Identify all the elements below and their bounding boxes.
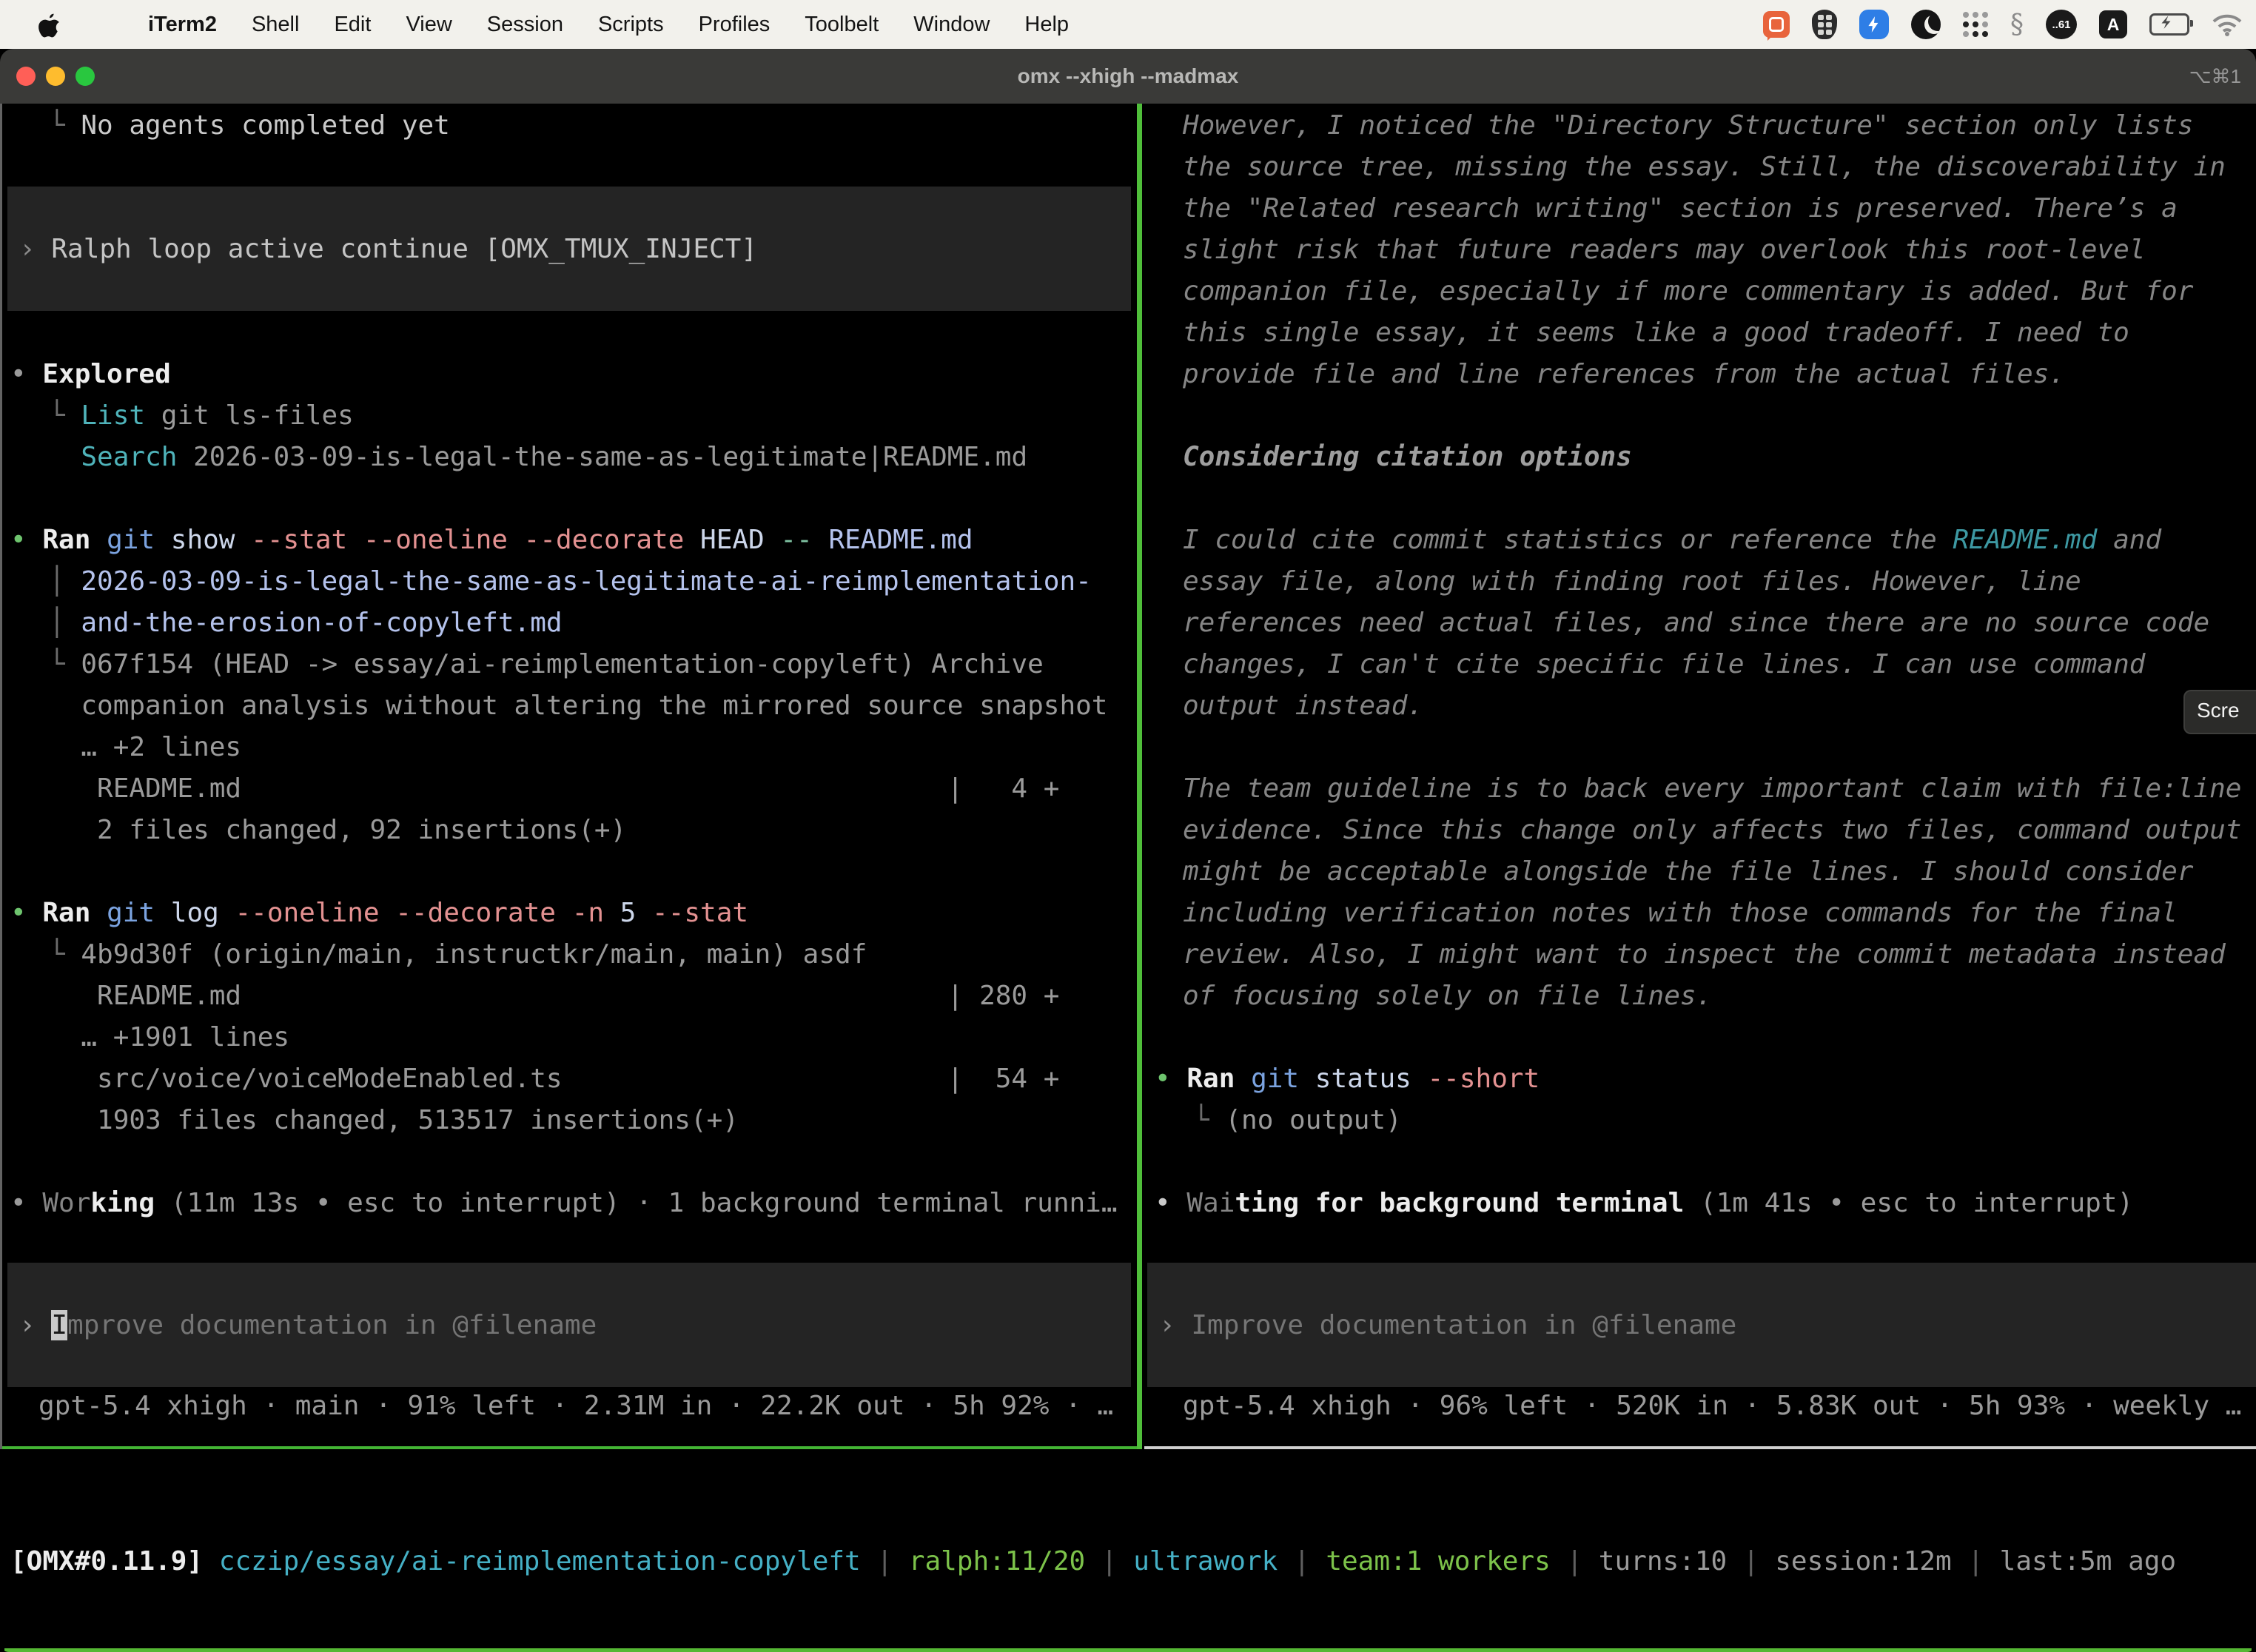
prompt-input-with-cursor: › Improve documentation in @filename xyxy=(19,1310,597,1340)
left-pane[interactable]: └ No agents completed yet › Ralph loop a… xyxy=(0,104,1137,1449)
show-stat-summary: 2 files changed, 92 insertions(+) xyxy=(49,810,626,851)
menu-item-scripts[interactable]: Scripts xyxy=(598,13,664,37)
privacy-shield-icon[interactable] xyxy=(1812,10,1837,39)
prompt-input-right[interactable]: › Improve documentation in @filename xyxy=(1147,1263,2256,1387)
menu-bar: iTerm2 Shell Edit View Session Scripts P… xyxy=(0,0,2256,49)
dots-grid-icon[interactable] xyxy=(1963,12,1988,37)
log-stat-summary: 1903 files changed, 513517 insertions(+) xyxy=(49,1100,739,1141)
log-stat-voice: src/voice/voiceModeEnabled.ts | 54 + xyxy=(49,1058,1059,1100)
window-title-bar[interactable]: omx --xhigh --madmax ⌥⌘1 xyxy=(0,49,2256,105)
sync-badge-icon[interactable] xyxy=(1859,10,1889,39)
show-commit-msg-line: companion analysis without altering the … xyxy=(49,685,1107,727)
menu-item-edit[interactable]: Edit xyxy=(334,13,371,37)
show-filename-line-2: │ and-the-erosion-of-copyleft.md xyxy=(49,602,563,644)
working-status-line: • Working (11m 13s • esc to interrupt) ·… xyxy=(10,1183,1118,1224)
log-commit-line: └ 4b9d30f (origin/main, instructkr/main,… xyxy=(49,934,867,976)
ran-git-show-line: • Ran git show --stat --oneline --decora… xyxy=(10,520,973,561)
thinking-line: of focusing solely on file lines. xyxy=(1183,976,1712,1017)
thinking-line: review. Also, I might want to inspect th… xyxy=(1183,934,2226,976)
menu-item-toolbelt[interactable]: Toolbelt xyxy=(805,13,879,37)
app-crescent-icon[interactable] xyxy=(1911,10,1941,39)
pane-divider[interactable] xyxy=(1137,104,1142,1449)
thinking-line: companion file, especially if more comme… xyxy=(1183,271,2193,312)
waiting-status-line: • Waiting for background terminal (1m 41… xyxy=(1155,1183,2133,1224)
explored-header: • Explored xyxy=(10,354,171,395)
right-pane-border xyxy=(1144,1446,2256,1449)
squiggle-icon[interactable]: § xyxy=(2010,10,2024,40)
thinking-section-header: Considering citation options xyxy=(1183,437,1632,478)
thinking-line: However, I noticed the "Directory Struct… xyxy=(1183,105,2193,147)
thinking-line: references need actual files, and since … xyxy=(1183,602,2209,644)
log-stat-readme: README.md | 280 + xyxy=(49,976,1059,1017)
thinking-line: provide file and line references from th… xyxy=(1183,354,2065,395)
menu-items: iTerm2 Shell Edit View Session Scripts P… xyxy=(148,13,1069,37)
menu-item-shell[interactable]: Shell xyxy=(252,13,300,37)
apple-menu-icon[interactable] xyxy=(38,11,61,38)
menu-item-help[interactable]: Help xyxy=(1024,13,1069,37)
show-commit-line: └ 067f154 (HEAD -> essay/ai-reimplementa… xyxy=(49,644,1044,685)
prompt-input-left-top[interactable]: › Ralph loop active continue [OMX_TMUX_I… xyxy=(7,187,1131,311)
ran-git-status-line: • Ran git status --short xyxy=(1155,1058,1540,1100)
thinking-line: The team guideline is to back every impo… xyxy=(1183,768,2241,810)
menu-item-session[interactable]: Session xyxy=(487,13,563,37)
show-filename-line-1: │ 2026-03-09-is-legal-the-same-as-legiti… xyxy=(49,561,1092,602)
menu-status-icons: § ..61 A xyxy=(1763,10,2243,40)
prompt-chevron-icon: › xyxy=(1159,1310,1191,1340)
tmux-status-bar: [omx-cczip0:bash* "MacBook-Pro-44.local"… xyxy=(4,1648,2252,1652)
show-stat-readme: README.md | 4 + xyxy=(49,768,1059,810)
wifi-icon[interactable] xyxy=(2212,13,2243,36)
prompt-input-value: Improve documentation in @filename xyxy=(1191,1310,1736,1340)
session-stats-right: gpt-5.4 xhigh · 96% left · 520K in · 5.8… xyxy=(1183,1386,2241,1427)
iterm-window: omx --xhigh --madmax ⌥⌘1 └ No agents com… xyxy=(0,49,2256,1652)
left-pane-active-border xyxy=(0,1446,1137,1449)
prompt-input-value: Ralph loop active continue [OMX_TMUX_INJ… xyxy=(51,234,757,264)
window-shortcut-badge: ⌥⌘1 xyxy=(2189,49,2241,104)
thinking-line: essay file, along with finding root file… xyxy=(1183,561,2081,602)
thinking-line: might be acceptable alongside the file l… xyxy=(1183,851,2193,893)
ran-git-log-line: • Ran git log --oneline --decorate -n 5 … xyxy=(10,893,748,934)
thinking-line: evidence. Since this change only affects… xyxy=(1183,810,2241,851)
window-title: omx --xhigh --madmax xyxy=(0,49,2256,104)
menu-item-iterm2[interactable]: iTerm2 xyxy=(148,13,217,37)
window-left-edge xyxy=(0,104,2,1449)
show-more-lines: … +2 lines xyxy=(49,727,241,768)
menu-item-profiles[interactable]: Profiles xyxy=(699,13,771,37)
thinking-line: including verification notes with those … xyxy=(1183,893,2178,934)
no-output-line: └ (no output) xyxy=(1193,1100,1402,1141)
menu-item-window[interactable]: Window xyxy=(913,13,990,37)
count-badge-icon[interactable]: ..61 xyxy=(2046,10,2077,39)
explored-list-line: └ List git ls-files xyxy=(49,395,354,437)
log-more-lines: … +1901 lines xyxy=(49,1017,289,1058)
omx-status-line: [OMX#0.11.9] cczip/essay/ai-reimplementa… xyxy=(10,1541,2176,1582)
battery-icon[interactable] xyxy=(2149,13,2189,36)
thinking-line: the "Related research writing" section i… xyxy=(1183,188,2178,229)
thinking-line: slight risk that future readers may over… xyxy=(1183,229,2145,271)
thinking-line: changes, I can't cite specific file line… xyxy=(1183,644,2145,685)
screen-record-icon[interactable] xyxy=(1763,11,1790,38)
thinking-line: this single essay, it seems like a good … xyxy=(1183,312,2129,354)
input-source-icon[interactable]: A xyxy=(2099,10,2127,38)
prompt-input-left-bottom[interactable]: › Improve documentation in @filename xyxy=(7,1263,1131,1387)
prompt-chevron-icon: › xyxy=(19,234,51,264)
thinking-line: output instead. xyxy=(1183,685,1423,727)
terminal-area: └ No agents completed yet › Ralph loop a… xyxy=(0,104,2256,1652)
thinking-line: the source tree, missing the essay. Stil… xyxy=(1183,147,2226,188)
screen-share-tooltip: Scre xyxy=(2183,690,2256,734)
right-pane[interactable]: However, I noticed the "Directory Struct… xyxy=(1144,104,2256,1449)
thinking-line-with-link: I could cite commit statistics or refere… xyxy=(1183,520,2161,561)
explored-search-line: Search 2026-03-09-is-legal-the-same-as-l… xyxy=(49,437,1027,478)
session-stats-left: gpt-5.4 xhigh · main · 91% left · 2.31M … xyxy=(38,1386,1113,1427)
no-agents-line: └ No agents completed yet xyxy=(49,105,450,147)
menu-item-view[interactable]: View xyxy=(406,13,451,37)
